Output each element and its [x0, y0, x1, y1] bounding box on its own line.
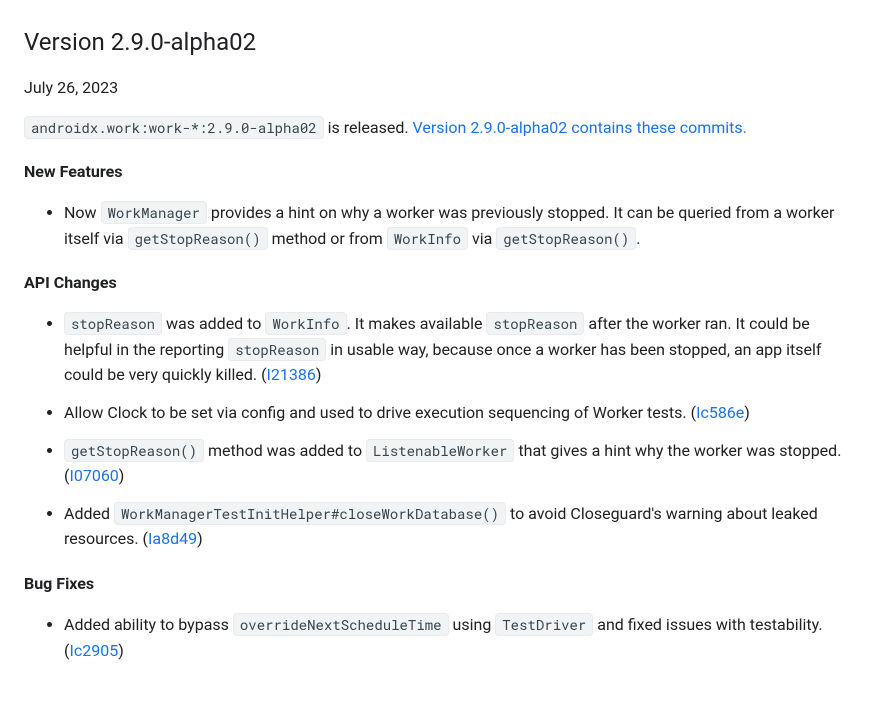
text: via	[468, 229, 496, 248]
list-item: Now WorkManager provides a hint on why a…	[64, 200, 858, 251]
artifact-code: androidx.work:work-*:2.9.0-alpha02	[24, 116, 324, 139]
new-features-list: Now WorkManager provides a hint on why a…	[24, 200, 858, 251]
code-inline: stopReason	[486, 312, 584, 335]
bug-fixes-heading: Bug Fixes	[24, 572, 858, 596]
text: Added	[64, 504, 114, 523]
code-inline: ListenableWorker	[366, 439, 514, 462]
code-inline: getStopReason()	[128, 227, 268, 250]
text: )	[744, 403, 750, 422]
text: .	[636, 229, 640, 248]
code-inline: getStopReason()	[64, 439, 204, 462]
text: )	[316, 365, 322, 384]
commit-link[interactable]: Ia8d49	[148, 529, 197, 548]
list-item: Added ability to bypass overrideNextSche…	[64, 612, 858, 663]
api-changes-list: stopReason was added to WorkInfo. It mak…	[24, 311, 858, 552]
commits-link[interactable]: Version 2.9.0-alpha02 contains these com…	[413, 118, 747, 137]
code-inline: overrideNextScheduleTime	[233, 613, 449, 636]
text: )	[119, 466, 125, 485]
list-item: Allow Clock to be set via config and use…	[64, 400, 858, 426]
code-inline: stopReason	[64, 312, 162, 335]
code-inline: WorkInfo	[387, 227, 468, 250]
text: )	[197, 529, 203, 548]
new-features-heading: New Features	[24, 160, 858, 184]
commit-link[interactable]: Ic2905	[69, 641, 118, 660]
released-text: is released.	[324, 118, 413, 137]
text: method was added to	[204, 441, 366, 460]
api-changes-heading: API Changes	[24, 271, 858, 295]
text: )	[118, 641, 124, 660]
code-inline: getStopReason()	[496, 227, 636, 250]
list-item: getStopReason() method was added to List…	[64, 438, 858, 489]
text: Allow Clock to be set via config and use…	[64, 403, 696, 422]
code-inline: WorkManager	[101, 201, 207, 224]
code-inline: TestDriver	[495, 613, 593, 636]
text: Added ability to bypass	[64, 615, 233, 634]
version-heading: Version 2.9.0-alpha02	[24, 24, 858, 60]
bug-fixes-list: Added ability to bypass overrideNextSche…	[24, 612, 858, 663]
text: was added to	[162, 314, 265, 333]
text: using	[449, 615, 496, 634]
intro-line: androidx.work:work-*:2.9.0-alpha02 is re…	[24, 116, 858, 140]
text: Now	[64, 203, 101, 222]
text: method or from	[268, 229, 387, 248]
commit-link[interactable]: I07060	[69, 466, 118, 485]
commit-link[interactable]: Ic586e	[696, 403, 744, 422]
code-inline: stopReason	[228, 338, 326, 361]
text: . It makes available	[347, 314, 487, 333]
list-item: stopReason was added to WorkInfo. It mak…	[64, 311, 858, 388]
code-inline: WorkInfo	[265, 312, 346, 335]
commit-link[interactable]: I21386	[267, 365, 316, 384]
code-inline: WorkManagerTestInitHelper#closeWorkDatab…	[114, 502, 506, 525]
list-item: Added WorkManagerTestInitHelper#closeWor…	[64, 501, 858, 552]
release-date: July 26, 2023	[24, 76, 858, 100]
